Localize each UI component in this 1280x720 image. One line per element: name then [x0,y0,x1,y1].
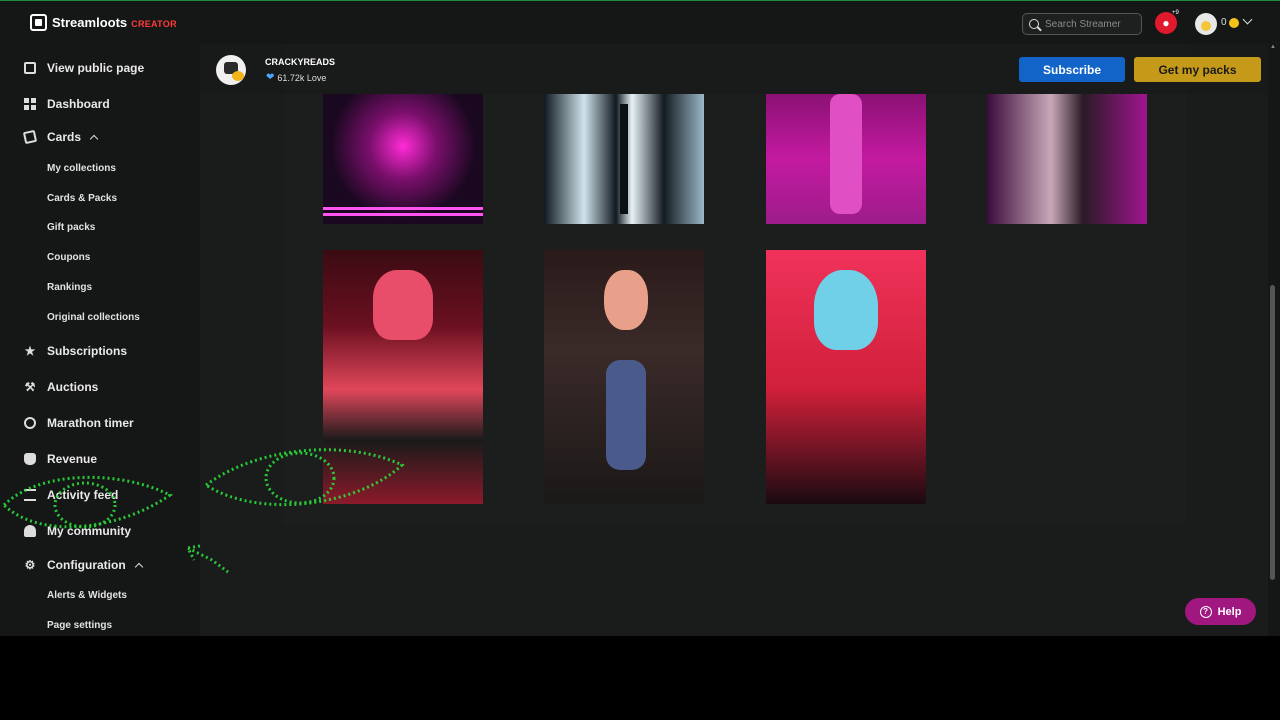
sidebar-subitem-alerts-widgets[interactable]: Alerts & Widgets [47,590,127,601]
sidebar-item-label: Subscriptions [47,344,128,358]
heart-icon: ❤ [266,72,275,83]
gavel-icon: ⚒ [24,380,36,394]
creator-name[interactable]: CRACKYREADS [265,57,335,67]
card-image[interactable] [766,94,926,224]
community-icon [24,525,36,537]
card-image[interactable] [987,94,1147,224]
search-input[interactable] [1045,18,1135,30]
brand-logo-link[interactable]: Streamloots CREATOR [30,14,177,31]
sidebar-item-activity-feed[interactable]: Activity feed [24,488,118,502]
card-image[interactable] [766,250,926,504]
sidebar-item-label: Auctions [47,380,99,394]
star-icon: ★ [24,344,36,358]
search-box[interactable] [1022,13,1142,35]
stopwatch-icon [24,417,36,429]
sidebar-item-subscriptions[interactable]: ★ Subscriptions [24,344,127,358]
love-count-text: 61.72k Love [277,72,327,83]
card-image[interactable] [323,94,483,224]
get-my-packs-button[interactable]: Get my packs [1134,57,1261,82]
chevron-down-icon[interactable] [1242,14,1253,25]
help-button[interactable]: ? Help [1185,598,1256,625]
streamloots-logo-icon [30,14,47,31]
sidebar-item-revenue[interactable]: Revenue [24,452,97,466]
chevron-up-icon [89,134,99,143]
sidebar-item-label: Activity feed [47,488,119,502]
sidebar-item-marathon-timer[interactable]: Marathon timer [24,416,134,430]
sidebar-subitem-gift-packs[interactable]: Gift packs [47,222,95,233]
coin-icon [1229,18,1239,28]
sidebar-subitem-page-settings[interactable]: Page settings [47,620,112,631]
cards-icon [22,129,38,145]
sidebar-item-configuration[interactable]: ⚙ Configuration [24,558,143,572]
user-avatar[interactable] [1195,13,1217,35]
feed-icon [24,489,36,501]
card-image[interactable] [544,250,704,504]
help-label: Help [1217,605,1242,618]
question-icon: ? [1199,605,1212,618]
creator-avatar[interactable] [216,55,246,85]
subscribe-button[interactable]: Subscribe [1019,57,1125,82]
app-window: Streamloots CREATOR ● +9 0 View public p… [0,0,1280,636]
sidebar-item-label: My community [47,524,132,538]
sidebar-item-cards[interactable]: Cards [22,129,99,145]
sidebar-item-label: Revenue [47,452,98,466]
notification-badge: +9 [1172,10,1179,16]
top-bar: Streamloots CREATOR ● +9 0 [0,0,1280,44]
sidebar-item-label: Marathon timer [47,416,134,430]
external-page-icon [24,62,36,74]
brand-tag: CREATOR [131,19,177,29]
sidebar-item-view-public-page[interactable]: View public page [24,61,144,75]
sidebar-item-label: Dashboard [47,97,110,111]
search-icon [1029,19,1039,29]
sidebar-item-label: Configuration [47,558,126,572]
card-image[interactable] [544,94,704,224]
sidebar-subitem-rankings[interactable]: Rankings [47,282,92,293]
card-image[interactable] [323,250,483,504]
dashboard-icon [24,98,36,110]
sidebar-subitem-original-collections[interactable]: Original collections [47,312,140,323]
sidebar: View public page Dashboard Cards My coll… [0,44,196,636]
sidebar-item-dashboard[interactable]: Dashboard [24,97,110,111]
scroll-up-arrow-icon[interactable]: ▲ [1270,44,1276,50]
sidebar-item-label: View public page [47,61,145,75]
coin-count: 0 [1221,17,1227,28]
sidebar-item-label: Cards [47,130,82,144]
sidebar-subitem-my-collections[interactable]: My collections [47,163,116,174]
sidebar-item-auctions[interactable]: ⚒ Auctions [24,380,99,394]
sidebar-subitem-coupons[interactable]: Coupons [47,252,90,263]
sidebar-subitem-cards-packs[interactable]: Cards & Packs [47,193,117,204]
gear-icon: ⚙ [24,558,36,572]
page-scrollbar[interactable] [1270,285,1275,580]
chevron-up-icon [134,562,143,571]
money-bag-icon [24,453,36,465]
creator-love-count: ❤ 61.72k Love [266,72,326,83]
sidebar-item-my-community[interactable]: My community [24,524,131,538]
brand-name: Streamloots [52,15,128,30]
